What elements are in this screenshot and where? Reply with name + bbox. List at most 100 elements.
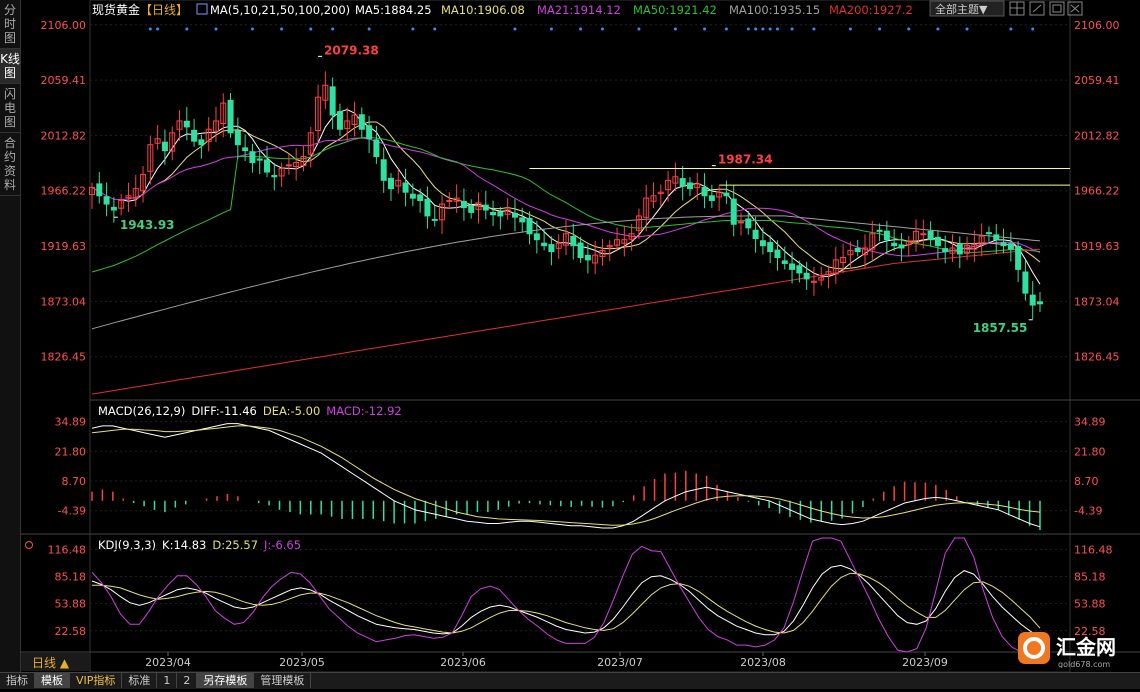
time-tick-label: 2023/07 bbox=[597, 656, 643, 669]
candle-body bbox=[767, 242, 774, 253]
candle-body bbox=[387, 177, 394, 190]
candle-body bbox=[730, 198, 737, 225]
event-marker bbox=[812, 27, 816, 31]
candle-body bbox=[927, 230, 934, 241]
ma-settings-icon[interactable] bbox=[196, 3, 208, 15]
candle-body bbox=[227, 99, 234, 134]
macd-plot: 34.89 34.89 21.80 21.80 8.70 8.70 -4.39 -4.39 bbox=[55, 416, 1106, 531]
event-marker bbox=[600, 27, 604, 31]
candle-body bbox=[526, 217, 533, 235]
kdj-legend-item: J:-6.65 bbox=[263, 538, 301, 552]
price-tick-right: 1826.45 bbox=[1074, 351, 1120, 364]
candle-body bbox=[701, 186, 708, 197]
candle-body bbox=[876, 229, 883, 232]
kdj-tick-left: 85.18 bbox=[55, 571, 87, 584]
kdj-tick-left: 53.88 bbox=[55, 598, 87, 611]
annotation-label: 1987.34 bbox=[718, 153, 773, 167]
candle-body bbox=[497, 211, 504, 217]
candle-body bbox=[256, 158, 263, 161]
ma-line-ma200 bbox=[91, 248, 1041, 395]
event-marker bbox=[878, 27, 882, 31]
event-marker bbox=[156, 27, 160, 31]
sidebar-tab-timeshare[interactable]: 分时图 bbox=[0, 0, 20, 49]
event-marker bbox=[331, 27, 335, 31]
annotation-label: 2079.38 bbox=[324, 43, 379, 57]
price-tick-left: 1873.04 bbox=[41, 295, 87, 308]
candle-body bbox=[934, 236, 941, 247]
candle-body bbox=[380, 159, 387, 181]
price-tick-left: 1966.22 bbox=[41, 185, 87, 198]
sidebar-tab-kline[interactable]: K线图 bbox=[0, 49, 20, 84]
price-tick-left: 1919.63 bbox=[41, 240, 87, 253]
macd-legend-item: DIFF:-11.46 bbox=[191, 404, 257, 418]
ma-legend: MA5:1884.25 MA10:1906.08 MA21:1914.12 MA50:… bbox=[355, 3, 913, 17]
candle-body bbox=[511, 212, 518, 218]
macd-legend-item: DEA:-5.00 bbox=[263, 404, 320, 418]
candle-body bbox=[708, 195, 715, 201]
tab-vip-indicators[interactable]: VIP指标 bbox=[70, 673, 123, 688]
sidebar-tab-flash[interactable]: 闪电图 bbox=[0, 84, 20, 133]
ma-legend-item: MA5:1884.25 bbox=[355, 3, 432, 17]
symbol-name: 现货黄金 bbox=[92, 2, 140, 17]
kdj-settings-icon bbox=[25, 541, 33, 549]
candle-body bbox=[1022, 271, 1029, 294]
annotation-label: 1857.55 bbox=[973, 321, 1028, 335]
macd-tick-left: -4.39 bbox=[58, 505, 86, 518]
kdj-tick-right: 116.48 bbox=[1074, 543, 1113, 556]
candle-body bbox=[759, 240, 766, 247]
tab-standard[interactable]: 标准 bbox=[122, 673, 158, 688]
time-tick-label: 2023/05 bbox=[279, 656, 325, 669]
candle-body bbox=[584, 254, 591, 261]
event-marker bbox=[703, 27, 707, 31]
candle-body bbox=[993, 234, 1000, 241]
candle-body bbox=[329, 86, 336, 116]
candle-body bbox=[541, 242, 548, 247]
sidebar-tab-contract-info[interactable]: 合约资料 bbox=[0, 133, 20, 196]
kdj-legend: KDJ(9,3,3) K:14.83 D:25.57 J:-6.65 bbox=[98, 538, 301, 552]
kdj-legend-item: K:14.83 bbox=[162, 538, 206, 552]
candle-body bbox=[103, 196, 110, 205]
manage-templates-button[interactable]: 管理模板 bbox=[254, 673, 312, 688]
event-marker bbox=[724, 27, 728, 31]
price-tick-left: 1826.45 bbox=[41, 351, 87, 364]
logo-text: 汇金网 bbox=[1056, 635, 1116, 659]
event-marker bbox=[1009, 27, 1013, 31]
candle-body bbox=[891, 242, 898, 247]
theme-select-label: 全部主题▼ bbox=[935, 2, 988, 16]
watermark-logo: 汇金网 gold678.com bbox=[1018, 632, 1116, 668]
plot-frame bbox=[89, 0, 1071, 672]
event-marker bbox=[746, 27, 750, 31]
candle-body bbox=[424, 198, 431, 217]
chart-area[interactable]: 现货黄金 【日线】 MA(5,10,21,50,100,200) MA5:188… bbox=[20, 0, 1140, 672]
candle-body bbox=[409, 193, 416, 199]
candle-body bbox=[679, 178, 686, 187]
candle-body bbox=[110, 206, 117, 211]
window-layout-icon[interactable] bbox=[1009, 1, 1025, 16]
candle-body bbox=[738, 221, 745, 224]
event-marker bbox=[549, 27, 553, 31]
tab-templates[interactable]: 模板 bbox=[35, 673, 70, 688]
event-marker bbox=[214, 27, 218, 31]
ma-line-ma10 bbox=[157, 121, 1041, 270]
event-marker bbox=[761, 27, 765, 31]
kdj-legend-item: KDJ(9,3,3) bbox=[98, 538, 156, 552]
tab-indicators[interactable]: 指标 bbox=[0, 673, 35, 688]
candle-body bbox=[533, 233, 540, 241]
macd-tick-right: 34.89 bbox=[1074, 416, 1106, 429]
ma-legend-item: MA200:1927.2 bbox=[829, 3, 913, 17]
time-axis: 2023/04 2023/05 2023/06 2023/07 2023/08 2023/… bbox=[145, 652, 948, 669]
expand-icon[interactable] bbox=[1029, 1, 1045, 16]
candle-body bbox=[920, 233, 927, 236]
tab-template-1[interactable]: 1 bbox=[157, 673, 178, 688]
restore-icon[interactable] bbox=[1049, 1, 1065, 16]
candle-body bbox=[1037, 301, 1043, 305]
price-plot: 2079.38 1987.34 1943.93 1857.55 bbox=[89, 27, 1070, 395]
candle-body bbox=[264, 159, 271, 173]
tab-template-2[interactable]: 2 bbox=[177, 673, 198, 688]
candle-body bbox=[1029, 294, 1036, 306]
candle-body bbox=[191, 129, 198, 142]
bottom-toolbar: 指标 模板 VIP指标 标准 1 2 另存模板 管理模板 bbox=[0, 672, 1140, 689]
event-marker bbox=[907, 27, 911, 31]
save-template-button[interactable]: 另存模板 bbox=[197, 673, 255, 688]
macd-line-diff bbox=[91, 423, 1041, 529]
